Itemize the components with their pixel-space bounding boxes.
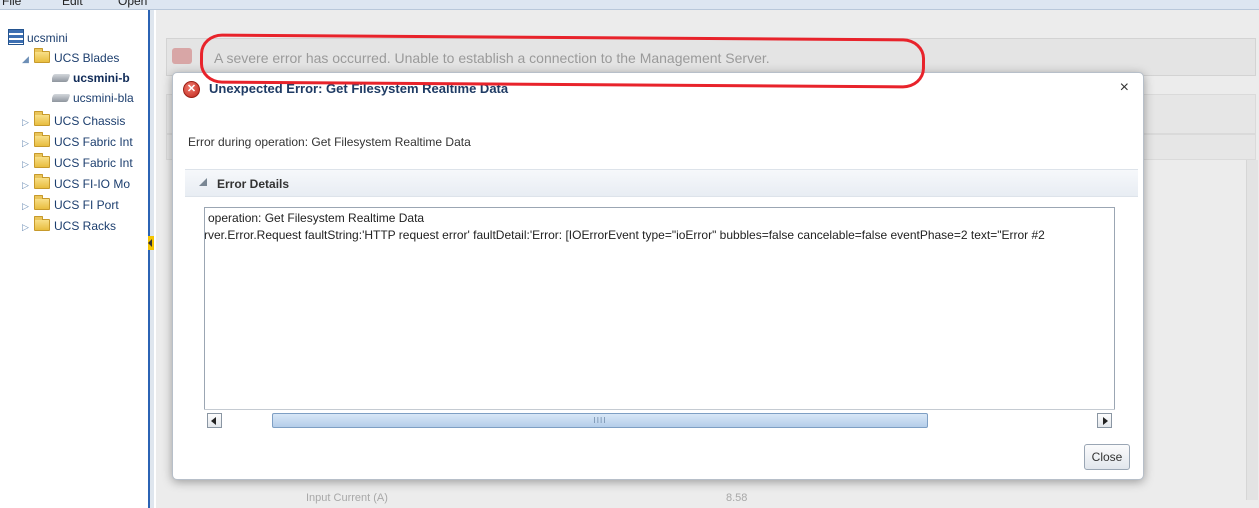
- folder-icon: [34, 153, 50, 168]
- tree-item-label: UCS Chassis: [54, 114, 126, 128]
- scroll-right-arrow-icon[interactable]: [1097, 413, 1112, 428]
- tree-item-ucs-fabric-int-1[interactable]: ▷ UCS Fabric Int: [22, 132, 148, 152]
- tree-root-label: ucsmini: [27, 31, 68, 45]
- tree-item-blade-selected[interactable]: ucsmini-b: [52, 68, 148, 88]
- error-icon: ✕: [183, 81, 200, 98]
- collapse-arrow-icon[interactable]: ◢: [22, 49, 34, 68]
- tree-item-label: UCS Fabric Int: [54, 135, 133, 149]
- error-details-text[interactable]: operation: Get Filesystem Realtime Data …: [204, 207, 1115, 431]
- tree-item-label: UCS Fabric Int: [54, 156, 133, 170]
- menu-item-open[interactable]: Open: [118, 0, 147, 8]
- tree-item-label: UCS Racks: [54, 219, 117, 233]
- folder-icon: [34, 48, 50, 63]
- details-line: rver.Error.Request faultString:'HTTP req…: [204, 228, 1045, 242]
- tree-item-ucs-fi-io[interactable]: ▷ UCS FI-IO Mo: [22, 174, 148, 194]
- blade-server-icon: [52, 74, 71, 82]
- tree-item-ucs-fabric-int-2[interactable]: ▷ UCS Fabric Int: [22, 153, 148, 173]
- table-row-label: Input Current (A): [306, 492, 388, 504]
- alert-icon: [172, 48, 192, 64]
- tree-item-ucs-chassis[interactable]: ▷ UCS Chassis: [22, 111, 148, 131]
- dialog-message: Error during operation: Get Filesystem R…: [188, 135, 471, 149]
- close-button[interactable]: Close: [1084, 444, 1130, 470]
- table-row-value: 8.58: [726, 492, 748, 504]
- tree-item-ucs-racks[interactable]: ▷ UCS Racks: [22, 216, 148, 236]
- error-details-label: Error Details: [217, 177, 290, 191]
- tree-root[interactable]: ucsmini: [8, 28, 148, 48]
- folder-icon: [34, 216, 50, 231]
- tree-item-blade[interactable]: ucsmini-bla: [52, 88, 148, 108]
- error-details-header[interactable]: Error Details: [185, 169, 1138, 197]
- folder-icon: [34, 174, 50, 189]
- folder-icon: [34, 111, 50, 126]
- tree-item-label: UCS FI Port: [54, 198, 119, 212]
- error-dialog: ✕ Unexpected Error: Get Filesystem Realt…: [172, 72, 1144, 480]
- details-line: operation: Get Filesystem Realtime Data: [208, 211, 425, 225]
- tree-item-label: UCS Blades: [54, 51, 120, 65]
- horizontal-scrollbar[interactable]: IIII: [204, 409, 1115, 431]
- collapse-panel-icon[interactable]: [148, 236, 154, 250]
- tree-item-ucs-fi-port[interactable]: ▷ UCS FI Port: [22, 195, 148, 215]
- expand-arrow-icon[interactable]: ▷: [22, 217, 34, 236]
- tree-item-label: UCS FI-IO Mo: [54, 177, 131, 191]
- panel-splitter[interactable]: [148, 10, 154, 508]
- folder-icon: [34, 195, 50, 210]
- menu-bar: File Edit Open: [0, 0, 1259, 10]
- blade-server-icon: [52, 94, 71, 102]
- expand-arrow-icon[interactable]: ▷: [22, 196, 34, 215]
- collapse-arrow-icon[interactable]: [199, 178, 207, 186]
- expand-arrow-icon[interactable]: ▷: [22, 154, 34, 173]
- scrollbar-thumb[interactable]: IIII: [272, 413, 928, 428]
- expand-arrow-icon[interactable]: ▷: [22, 112, 34, 131]
- annotation-highlight: [199, 33, 926, 89]
- tree-item-label: ucsmini-b: [73, 71, 130, 85]
- tree-item-ucs-blades[interactable]: ◢ UCS Blades: [22, 48, 148, 68]
- menu-item-edit[interactable]: Edit: [62, 0, 83, 8]
- server-group-icon: [8, 29, 24, 45]
- vertical-scrollbar[interactable]: [1246, 160, 1258, 500]
- folder-icon: [34, 132, 50, 147]
- expand-arrow-icon[interactable]: ▷: [22, 133, 34, 152]
- expand-arrow-icon[interactable]: ▷: [22, 175, 34, 194]
- scroll-left-arrow-icon[interactable]: [207, 413, 222, 428]
- navigation-tree: ucsmini ◢ UCS Blades ucsmini-b ucsmini-bl…: [0, 10, 148, 508]
- close-icon[interactable]: ×: [1120, 79, 1129, 97]
- tree-item-label: ucsmini-bla: [73, 91, 134, 105]
- menu-item-file[interactable]: File: [2, 0, 21, 8]
